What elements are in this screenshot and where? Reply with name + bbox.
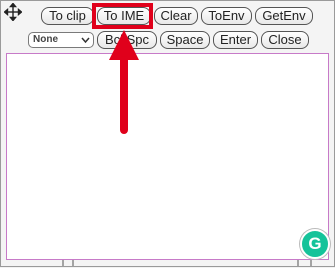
text-input-area[interactable] [6, 53, 329, 260]
close-button[interactable]: Close [261, 31, 309, 49]
to-ime-button[interactable]: To IME [97, 7, 151, 25]
clear-button[interactable]: Clear [154, 7, 198, 25]
enter-button[interactable]: Enter [213, 31, 258, 49]
chevron-down-icon [81, 37, 90, 44]
get-env-button[interactable]: GetEnv [255, 7, 313, 25]
mode-select-value: None [33, 34, 58, 45]
grammarly-icon[interactable]: G [300, 229, 330, 259]
backspace-button[interactable]: BckSpc [97, 31, 157, 49]
to-env-button[interactable]: ToEnv [201, 7, 252, 25]
mode-select[interactable]: None [28, 32, 94, 48]
to-clip-button[interactable]: To clip [41, 7, 94, 25]
space-button[interactable]: Space [160, 31, 210, 49]
move-icon[interactable] [4, 3, 22, 21]
ime-panel: To clip To IME Clear ToEnv GetEnv None B… [0, 0, 335, 267]
grammarly-label: G [308, 234, 322, 253]
